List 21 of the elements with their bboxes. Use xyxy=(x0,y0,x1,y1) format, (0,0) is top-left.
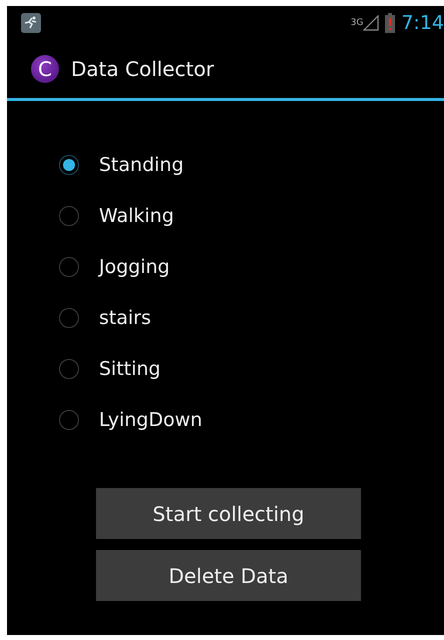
action-button[interactable]: Start collecting xyxy=(96,488,361,539)
radio-button[interactable] xyxy=(59,206,79,226)
radio-label: Walking xyxy=(99,204,174,226)
radio-label: Jogging xyxy=(99,256,170,278)
radio-button[interactable] xyxy=(59,308,79,328)
radio-button[interactable] xyxy=(59,256,79,276)
network-type: 3G xyxy=(350,18,364,28)
action-button[interactable]: Delete Data xyxy=(96,550,361,601)
radio-label: Standing xyxy=(99,154,184,176)
radio-label: LyingDown xyxy=(99,408,202,430)
battery-alert-icon xyxy=(385,13,396,33)
clock-time: 7:14 xyxy=(401,12,444,34)
running-figure-icon xyxy=(21,13,41,33)
radio-button[interactable] xyxy=(59,358,79,378)
app-title: Data Collector xyxy=(71,57,214,81)
app-icon: C xyxy=(31,55,59,83)
signal-icon xyxy=(363,15,380,31)
radio-label: Sitting xyxy=(99,358,161,380)
radio-label: stairs xyxy=(99,306,151,328)
radio-button[interactable] xyxy=(59,154,79,174)
radio-button[interactable] xyxy=(59,410,79,430)
